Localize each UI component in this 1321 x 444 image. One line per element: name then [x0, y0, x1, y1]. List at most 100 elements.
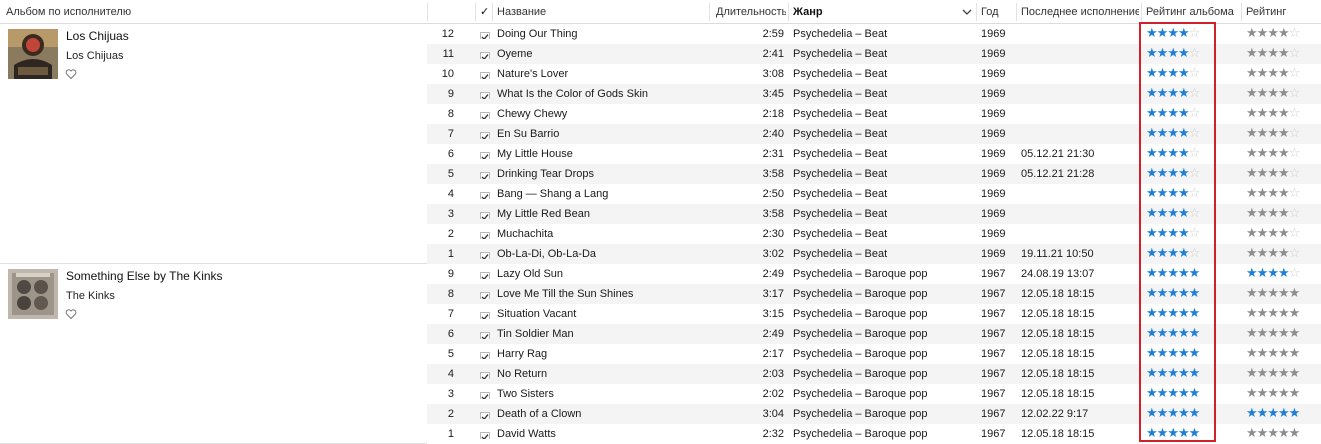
album-rating-stars[interactable]: ★★★★★: [1146, 424, 1218, 444]
star-filled-icon[interactable]: ★: [1189, 266, 1201, 281]
star-filled-icon[interactable]: ★: [1146, 286, 1158, 301]
track-rating-stars[interactable]: ★★★★☆: [1246, 264, 1318, 284]
star-filled-icon[interactable]: ★: [1167, 126, 1179, 141]
track-rating-stars[interactable]: ★★★★☆: [1246, 64, 1318, 84]
star-filled-icon[interactable]: ★: [1257, 266, 1269, 281]
star-filled-icon[interactable]: ★: [1157, 286, 1169, 301]
track-name[interactable]: Ob-La-Di, Ob-La-Da: [497, 244, 707, 264]
star-filled-icon[interactable]: ★: [1146, 86, 1158, 101]
star-filled-icon[interactable]: ★: [1157, 126, 1169, 141]
star-filled-icon[interactable]: ★: [1267, 46, 1279, 61]
star-filled-icon[interactable]: ★: [1146, 206, 1158, 221]
heart-icon[interactable]: [65, 308, 77, 320]
star-filled-icon[interactable]: ★: [1278, 226, 1290, 241]
album-artwork[interactable]: [8, 29, 58, 79]
star-filled-icon[interactable]: ★: [1167, 146, 1179, 161]
track-row[interactable]: 7 En Su Barrio 2:40 Psychedelia – Beat 1…: [427, 124, 1321, 144]
star-filled-icon[interactable]: ★: [1146, 246, 1158, 261]
track-name[interactable]: Love Me Till the Sun Shines: [497, 284, 707, 304]
star-filled-icon[interactable]: ★: [1167, 306, 1179, 321]
album-rating-stars[interactable]: ★★★★☆: [1146, 84, 1218, 104]
star-filled-icon[interactable]: ★: [1146, 166, 1158, 181]
star-empty-icon[interactable]: ☆: [1289, 126, 1301, 141]
checkbox-checked-icon[interactable]: [480, 109, 490, 119]
checkbox-checked-icon[interactable]: [480, 269, 490, 279]
checkbox-checked-icon[interactable]: [480, 69, 490, 79]
star-empty-icon[interactable]: ☆: [1289, 106, 1301, 121]
star-empty-icon[interactable]: ☆: [1189, 86, 1201, 101]
star-filled-icon[interactable]: ★: [1167, 286, 1179, 301]
track-row[interactable]: 2 Death of a Clown 3:04 Psychedelia – Ba…: [427, 404, 1321, 424]
star-filled-icon[interactable]: ★: [1157, 306, 1169, 321]
track-rating-stars[interactable]: ★★★★☆: [1246, 24, 1318, 44]
star-filled-icon[interactable]: ★: [1278, 266, 1290, 281]
star-filled-icon[interactable]: ★: [1178, 406, 1190, 421]
star-filled-icon[interactable]: ★: [1257, 406, 1269, 421]
star-filled-icon[interactable]: ★: [1146, 46, 1158, 61]
track-rating-stars[interactable]: ★★★★★: [1246, 364, 1318, 384]
star-filled-icon[interactable]: ★: [1146, 266, 1158, 281]
star-filled-icon[interactable]: ★: [1246, 186, 1258, 201]
track-row[interactable]: 1 David Watts 2:32 Psychedelia – Baroque…: [427, 424, 1321, 444]
track-row[interactable]: 3 Two Sisters 2:02 Psychedelia – Baroque…: [427, 384, 1321, 404]
star-filled-icon[interactable]: ★: [1189, 426, 1201, 441]
star-filled-icon[interactable]: ★: [1178, 46, 1190, 61]
star-filled-icon[interactable]: ★: [1246, 66, 1258, 81]
star-empty-icon[interactable]: ☆: [1289, 146, 1301, 161]
star-filled-icon[interactable]: ★: [1178, 126, 1190, 141]
star-filled-icon[interactable]: ★: [1146, 146, 1158, 161]
album-rating-stars[interactable]: ★★★★☆: [1146, 144, 1218, 164]
star-filled-icon[interactable]: ★: [1146, 366, 1158, 381]
track-rating-stars[interactable]: ★★★★☆: [1246, 244, 1318, 264]
star-filled-icon[interactable]: ★: [1167, 386, 1179, 401]
column-album-rating[interactable]: Рейтинг альбома: [1146, 0, 1240, 24]
star-filled-icon[interactable]: ★: [1278, 146, 1290, 161]
track-rating-stars[interactable]: ★★★★★: [1246, 384, 1318, 404]
track-row[interactable]: 12 Doing Our Thing 2:59 Psychedelia – Be…: [427, 24, 1321, 44]
star-filled-icon[interactable]: ★: [1257, 286, 1269, 301]
star-filled-icon[interactable]: ★: [1178, 246, 1190, 261]
star-filled-icon[interactable]: ★: [1189, 386, 1201, 401]
album-rating-stars[interactable]: ★★★★★: [1146, 284, 1218, 304]
star-empty-icon[interactable]: ☆: [1189, 226, 1201, 241]
track-name[interactable]: Lazy Old Sun: [497, 264, 707, 284]
album-rating-stars[interactable]: ★★★★☆: [1146, 164, 1218, 184]
star-empty-icon[interactable]: ☆: [1189, 206, 1201, 221]
star-filled-icon[interactable]: ★: [1267, 266, 1279, 281]
track-name[interactable]: Bang — Shang a Lang: [497, 184, 707, 204]
star-filled-icon[interactable]: ★: [1157, 186, 1169, 201]
star-filled-icon[interactable]: ★: [1257, 366, 1269, 381]
star-filled-icon[interactable]: ★: [1289, 366, 1301, 381]
checkbox-checked-icon[interactable]: [480, 169, 490, 179]
star-filled-icon[interactable]: ★: [1157, 26, 1169, 41]
star-filled-icon[interactable]: ★: [1178, 166, 1190, 181]
star-filled-icon[interactable]: ★: [1167, 206, 1179, 221]
star-filled-icon[interactable]: ★: [1246, 386, 1258, 401]
star-filled-icon[interactable]: ★: [1257, 86, 1269, 101]
star-filled-icon[interactable]: ★: [1267, 126, 1279, 141]
star-filled-icon[interactable]: ★: [1246, 106, 1258, 121]
track-row[interactable]: 8 Love Me Till the Sun Shines 3:17 Psych…: [427, 284, 1321, 304]
star-filled-icon[interactable]: ★: [1167, 226, 1179, 241]
star-filled-icon[interactable]: ★: [1146, 66, 1158, 81]
star-filled-icon[interactable]: ★: [1178, 306, 1190, 321]
star-filled-icon[interactable]: ★: [1267, 226, 1279, 241]
star-filled-icon[interactable]: ★: [1189, 346, 1201, 361]
sort-chevron-icon[interactable]: [962, 7, 972, 17]
star-filled-icon[interactable]: ★: [1257, 326, 1269, 341]
track-row[interactable]: 7 Situation Vacant 3:15 Psychedelia – Ba…: [427, 304, 1321, 324]
track-name[interactable]: Chewy Chewy: [497, 104, 707, 124]
star-filled-icon[interactable]: ★: [1257, 306, 1269, 321]
star-empty-icon[interactable]: ☆: [1189, 166, 1201, 181]
album-artist[interactable]: The Kinks: [66, 290, 115, 302]
star-filled-icon[interactable]: ★: [1167, 186, 1179, 201]
star-empty-icon[interactable]: ☆: [1289, 226, 1301, 241]
star-filled-icon[interactable]: ★: [1178, 366, 1190, 381]
star-filled-icon[interactable]: ★: [1167, 426, 1179, 441]
star-empty-icon[interactable]: ☆: [1289, 66, 1301, 81]
star-filled-icon[interactable]: ★: [1157, 346, 1169, 361]
star-filled-icon[interactable]: ★: [1189, 326, 1201, 341]
star-filled-icon[interactable]: ★: [1178, 426, 1190, 441]
checkbox-checked-icon[interactable]: [480, 229, 490, 239]
star-filled-icon[interactable]: ★: [1167, 346, 1179, 361]
